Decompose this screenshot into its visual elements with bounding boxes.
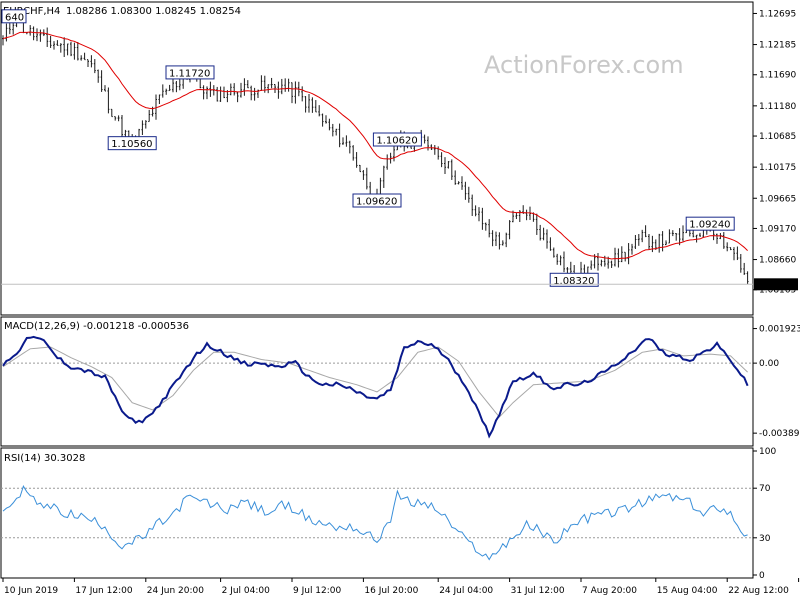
rsi-levels [1, 487, 753, 539]
price-axis-tick-label: 1.12695 [759, 9, 796, 19]
time-axis: 10 Jun 2019 17 Jun 12:00 24 Jun 20:00 2 Jul… [2, 578, 800, 596]
rsi-title: RSI(14) 30.3028 [4, 453, 85, 464]
time-axis-tick-label: 7 Aug 20:00 [582, 586, 637, 596]
price-axis-tick-label: 1.09665 [759, 194, 796, 204]
price-annotation-label: 640 [5, 12, 24, 23]
price-axis-tick-label: 1.09170 [759, 224, 796, 234]
macd-signal-line [2, 346, 748, 418]
time-axis-tick-label: 16 Jul 20:00 [364, 586, 418, 596]
time-axis-tick-label: 9 Jul 12:00 [293, 586, 342, 596]
price-axis-tick-label: 1.10685 [759, 132, 796, 142]
time-axis-tick-label: 10 Jun 2019 [4, 586, 58, 596]
macd-axis-tick-label: -0.003896 [759, 429, 800, 439]
rsi-line [2, 485, 748, 561]
rsi-axis-tick-label: 30 [759, 534, 771, 544]
time-axis-tick-label: 2 Jul 04:00 [222, 586, 271, 596]
rsi-axis-tick-label: 70 [759, 484, 771, 494]
watermark: ActionForex.com [484, 51, 684, 79]
rsi-axis-tick-label: 100 [759, 447, 776, 457]
macd-main-line [2, 335, 749, 439]
ohlc-readout: 1.08286 1.08300 1.08245 1.08254 [66, 6, 241, 17]
macd-axis: 0.001923 0.00 -0.003896 [753, 325, 800, 439]
time-axis-tick-label: 22 Aug 12:00 [728, 586, 789, 596]
last-price-label: 1.08254 [757, 281, 794, 291]
macd-title: MACD(12,26,9) -0.001218 -0.000536 [4, 321, 189, 332]
chart-canvas: ActionForex.com EURCHF,H4 1.08286 1.0830… [0, 1, 800, 596]
macd-panel-frame [0, 316, 754, 447]
price-annotation-label: 1.11720 [169, 68, 210, 79]
time-axis-tick-label: 24 Jun 20:00 [147, 586, 204, 596]
price-axis-tick-label: 1.11690 [759, 71, 796, 81]
rsi-axis-tick-label: 0 [759, 571, 765, 581]
price-annotation-label: 1.10620 [376, 136, 417, 147]
time-axis-tick-label: 31 Jul 12:00 [511, 586, 565, 596]
macd-axis-tick-label: 0.00 [759, 359, 779, 369]
price-annotation-label: 1.08320 [553, 276, 594, 287]
price-annotation-label: 1.10560 [111, 139, 152, 150]
time-axis-tick-label: 17 Jun 12:00 [75, 586, 132, 596]
rsi-panel-frame [0, 447, 754, 579]
time-axis-tick-label: 24 Jul 04:00 [439, 586, 493, 596]
time-axis-tick-label: 15 Aug 04:00 [657, 586, 718, 596]
price-axis-tick-label: 1.08660 [759, 256, 796, 266]
price-annotation-label: 1.09240 [689, 220, 730, 231]
rsi-axis: 100 70 30 0 [753, 447, 776, 581]
price-axis-tick-label: 1.11180 [759, 102, 796, 112]
macd-axis-tick-label: 0.001923 [759, 325, 800, 335]
price-axis-tick-label: 1.12185 [759, 41, 796, 51]
price-axis-tick-label: 1.10175 [759, 163, 796, 173]
price-annotation-label: 1.09620 [356, 196, 397, 207]
price-panel-frame [0, 1, 754, 316]
